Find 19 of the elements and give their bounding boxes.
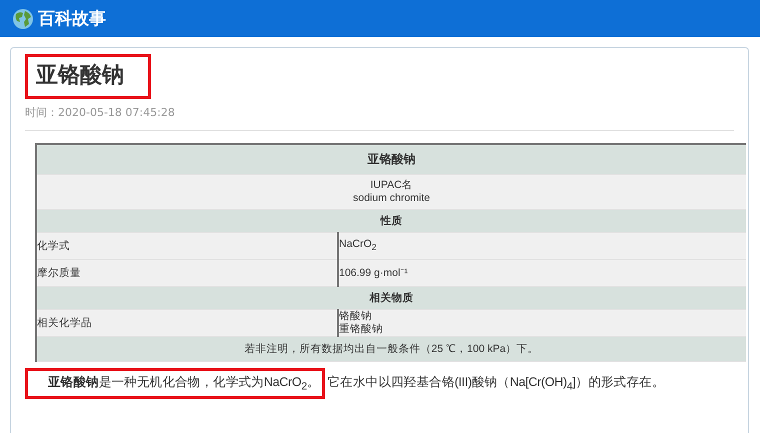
property-value: 重铬酸钠	[339, 323, 384, 336]
infobox-title: 亚铬酸钠	[36, 144, 746, 174]
paragraph-text: 亚铬酸钠是一种无机化合物，化学式为NaCrO$_{2}$。	[25, 368, 325, 398]
property-value: 106.99 g·mol⁻¹	[339, 266, 409, 280]
publish-time: 时间：2020-05-18 07:45:28	[25, 105, 734, 131]
section-heading: 相关物质	[36, 286, 746, 310]
property-value: NaCrO$_{2}$	[339, 238, 378, 254]
infobox-note: 若非注明，所有数据均出自一般条件（25 ℃，100 kPa）下。	[36, 336, 746, 362]
property-value: 铬酸钠	[339, 310, 373, 323]
infobox-text: IUPAC名	[369, 179, 414, 192]
globe-icon[interactable]	[12, 8, 34, 30]
article-title: 亚铬酸钠	[25, 54, 151, 99]
site-name[interactable]: 百科故事	[38, 7, 106, 30]
property-label: 摩尔质量	[36, 260, 338, 286]
property-label: 化学式	[36, 232, 338, 260]
section-heading: 性质	[36, 210, 746, 232]
property-label: 相关化学品	[36, 310, 338, 336]
infobox-text: sodium chromite	[352, 192, 432, 205]
paragraph-text: 它在水中以四羟基合铬(III)酸钠（Na[Cr(OH)$_{4}$]）的形式存在。	[326, 374, 666, 394]
